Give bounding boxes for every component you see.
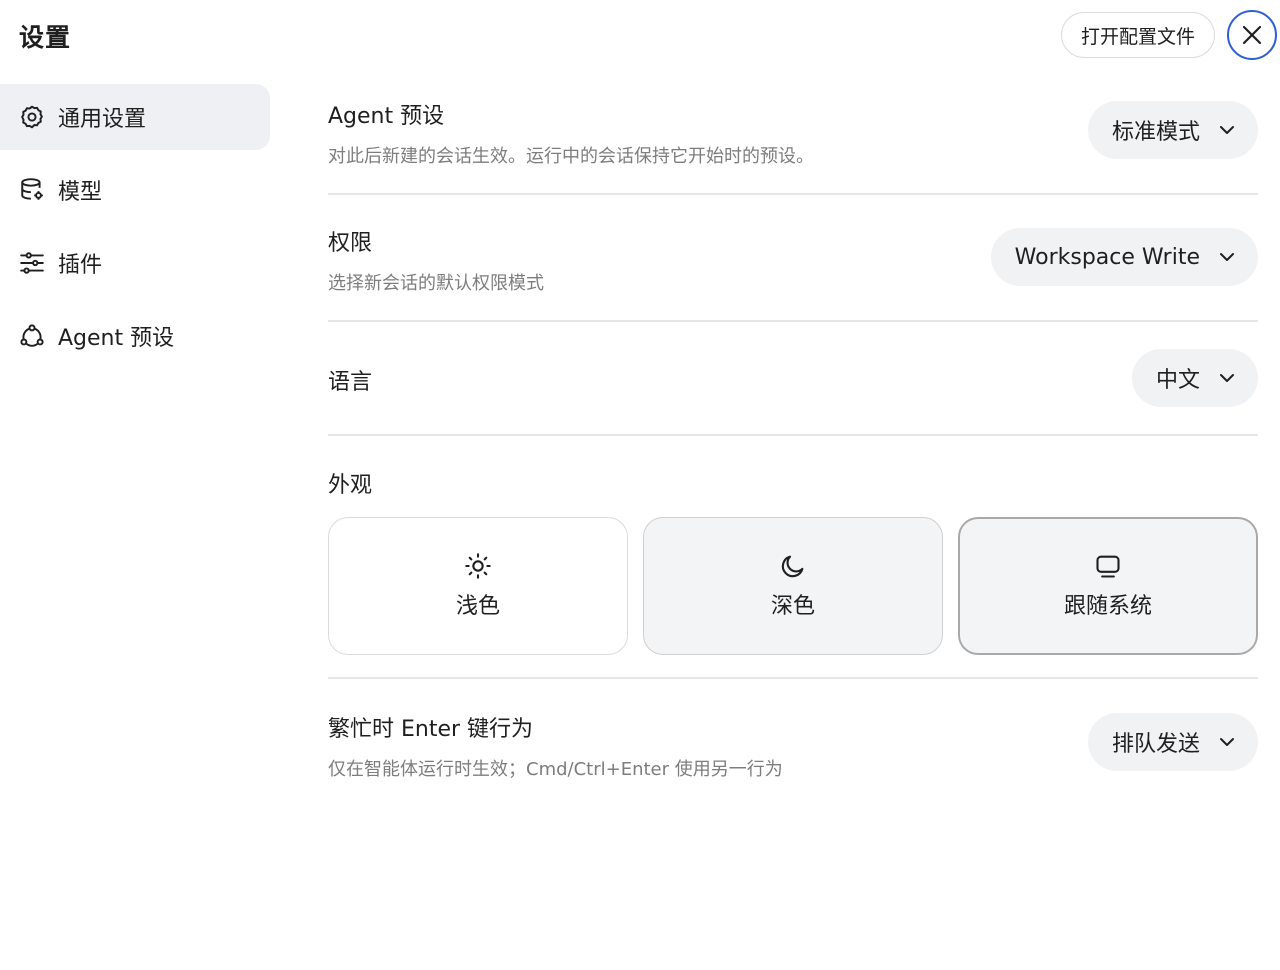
- moon-icon: [781, 555, 804, 578]
- close-icon: [1242, 25, 1262, 45]
- dropdown-value: 中文: [1155, 368, 1200, 393]
- settings-panel: Agent 预设 对此后新建的会话生效。运行中的会话保持它开始时的预设。 标准模…: [328, 84, 1258, 789]
- language-dropdown[interactable]: 中文: [1131, 349, 1258, 407]
- monitor-icon: [1096, 555, 1120, 578]
- setting-language: 语言 中文: [328, 322, 1258, 436]
- permissions-dropdown[interactable]: Workspace Write: [990, 228, 1258, 286]
- sidebar-item-general[interactable]: 通用设置: [0, 84, 270, 150]
- setting-permissions: 权限 选择新会话的默认权限模式 Workspace Write: [328, 195, 1258, 322]
- sidebar-item-label: Agent 预设: [58, 326, 175, 351]
- sidebar-item-label: 通用设置: [58, 107, 147, 132]
- chevron-down-icon: [1218, 121, 1236, 139]
- theme-system-option[interactable]: 跟随系统: [958, 517, 1258, 655]
- sidebar: 通用设置 模型 插件 Agent 预设: [0, 84, 270, 376]
- database-icon: [19, 177, 45, 203]
- sidebar-item-label: 模型: [58, 180, 103, 205]
- chevron-down-icon: [1218, 733, 1236, 751]
- sidebar-item-models[interactable]: 模型: [0, 157, 270, 223]
- gear-icon: [19, 104, 45, 130]
- chevron-down-icon: [1218, 248, 1236, 266]
- busy-enter-dropdown[interactable]: 排队发送: [1087, 713, 1258, 771]
- sliders-icon: [19, 250, 45, 276]
- theme-label: 深色: [770, 594, 815, 619]
- sidebar-item-label: 插件: [58, 253, 103, 278]
- dropdown-value: Workspace Write: [1014, 244, 1200, 270]
- page-title: 设置: [19, 23, 72, 52]
- chevron-down-icon: [1218, 369, 1236, 387]
- agent-icon: [19, 323, 45, 349]
- close-button[interactable]: [1227, 10, 1277, 60]
- theme-label: 跟随系统: [1063, 594, 1152, 619]
- theme-dark-option[interactable]: 深色: [643, 517, 943, 655]
- dropdown-value: 排队发送: [1111, 732, 1200, 757]
- theme-light-option[interactable]: 浅色: [328, 517, 628, 655]
- sidebar-item-plugins[interactable]: 插件: [0, 230, 270, 296]
- setting-title: 语言: [328, 370, 373, 395]
- dropdown-value: 标准模式: [1111, 120, 1200, 145]
- theme-label: 浅色: [455, 594, 500, 619]
- sun-icon: [465, 553, 491, 579]
- agent-preset-dropdown[interactable]: 标准模式: [1087, 101, 1258, 159]
- setting-agent-preset: Agent 预设 对此后新建的会话生效。运行中的会话保持它开始时的预设。 标准模…: [328, 84, 1258, 195]
- sidebar-item-agent-presets[interactable]: Agent 预设: [0, 303, 270, 369]
- theme-options: 浅色 深色 跟随系统: [328, 517, 1258, 655]
- setting-title: 外观: [328, 473, 373, 498]
- setting-busy-enter: 繁忙时 Enter 键行为 仅在智能体运行时生效；Cmd/Ctrl+Enter …: [328, 679, 1258, 789]
- open-config-button[interactable]: 打开配置文件: [1061, 12, 1215, 58]
- setting-appearance: 外观 浅色 深色 跟随系统: [328, 436, 1258, 679]
